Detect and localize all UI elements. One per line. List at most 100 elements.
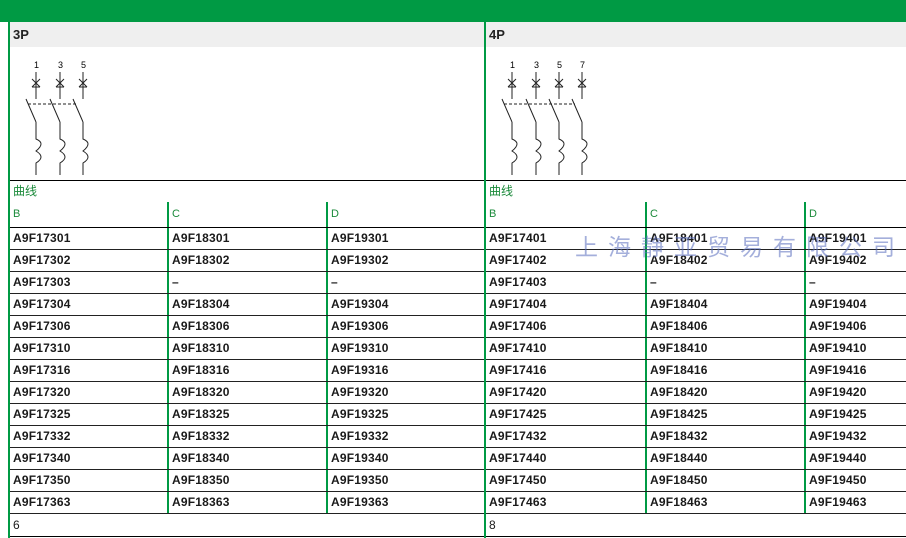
product-code-cell: A9F18406 — [645, 316, 804, 337]
column-header-b: B — [13, 208, 21, 220]
table-row: A9F17303 – – — [10, 272, 486, 294]
product-code-cell: A9F18306 — [167, 316, 326, 337]
column-header-d: D — [326, 202, 486, 227]
product-code-cell: A9F19450 — [804, 470, 906, 491]
product-code-cell: A9F18440 — [645, 448, 804, 469]
table-row: A9F17463 A9F18463 A9F19463 — [486, 492, 906, 514]
product-code-cell: A9F19440 — [804, 448, 906, 469]
pole-top-label: 7 — [580, 60, 585, 70]
product-code-cell: A9F18304 — [167, 294, 326, 315]
pole-top-label: 5 — [557, 60, 562, 70]
table-row: A9F17410 A9F18410 A9F19410 — [486, 338, 906, 360]
table-row: A9F17325 A9F18325 A9F19325 — [10, 404, 486, 426]
panel-title: 4P — [486, 22, 906, 47]
product-code-cell: A9F17363 — [13, 495, 71, 509]
product-code-cell: A9F17463 — [489, 495, 547, 509]
product-code-cell: A9F18410 — [645, 338, 804, 359]
pole-top-label: 3 — [534, 60, 539, 70]
pole-top-label: 1 — [34, 60, 39, 70]
product-code-cell: – — [167, 272, 326, 293]
product-code-cell: A9F17420 — [489, 385, 547, 399]
product-code-cell: A9F18425 — [645, 404, 804, 425]
product-code-cell: A9F19316 — [326, 360, 486, 381]
product-code-cell: A9F18363 — [167, 492, 326, 513]
curve-label: 曲线 — [489, 184, 514, 198]
column-headers: B C D — [486, 202, 906, 228]
table-row: A9F17316 A9F18316 A9F19316 — [10, 360, 486, 382]
product-code-cell: A9F17303 — [13, 275, 71, 289]
product-code-cell: A9F18420 — [645, 382, 804, 403]
product-code-cell: A9F18332 — [167, 426, 326, 447]
product-code-cell: A9F18450 — [645, 470, 804, 491]
product-code-cell: – — [645, 272, 804, 293]
product-code-cell: A9F18350 — [167, 470, 326, 491]
product-code-cell: A9F19432 — [804, 426, 906, 447]
product-code-cell: A9F19420 — [804, 382, 906, 403]
product-code-cell: A9F17416 — [489, 363, 547, 377]
product-code-cell: A9F17450 — [489, 473, 547, 487]
product-code-cell: A9F19304 — [326, 294, 486, 315]
column-headers: B C D — [10, 202, 486, 228]
pole-circuits — [501, 72, 588, 175]
top-bar — [0, 0, 906, 22]
product-code-cell: A9F19325 — [326, 404, 486, 425]
pole-top-label: 3 — [58, 60, 63, 70]
column-header-c: C — [645, 202, 804, 227]
table-body: A9F17301 A9F18301 A9F19301 A9F17302 A9F18302… — [10, 228, 486, 514]
product-code-cell: A9F17332 — [13, 429, 71, 443]
product-code-cell: A9F17410 — [489, 341, 547, 355]
footer-cell: 8 — [486, 514, 906, 537]
product-code-cell: A9F18301 — [167, 228, 326, 249]
product-code-cell: A9F17432 — [489, 429, 547, 443]
product-code-cell: A9F18310 — [167, 338, 326, 359]
product-code-cell: A9F17320 — [13, 385, 71, 399]
table-row: A9F17406 A9F18406 A9F19406 — [486, 316, 906, 338]
product-code-cell: A9F18340 — [167, 448, 326, 469]
product-code-cell: A9F17306 — [13, 319, 71, 333]
panel-4p: 4P 1 3 5 7 2 4 6 8 曲线 B C D A9F17401A9F1… — [484, 22, 906, 538]
product-code-cell: A9F18432 — [645, 426, 804, 447]
product-code-cell: A9F19340 — [326, 448, 486, 469]
product-code-cell: A9F19410 — [804, 338, 906, 359]
product-code-cell: A9F17316 — [13, 363, 71, 377]
table-row: A9F17340 A9F18340 A9F19340 — [10, 448, 486, 470]
table-row: A9F17301 A9F18301 A9F19301 — [10, 228, 486, 250]
product-code-cell: A9F17310 — [13, 341, 71, 355]
product-code-cell: A9F17325 — [13, 407, 71, 421]
product-code-cell: A9F19301 — [326, 228, 486, 249]
table-row: A9F17425 A9F18425 A9F19425 — [486, 404, 906, 426]
product-code-cell: A9F19302 — [326, 250, 486, 271]
column-header-d: D — [804, 202, 906, 227]
product-code-cell: A9F17350 — [13, 473, 71, 487]
product-code-cell: A9F17302 — [13, 253, 71, 267]
table-row: A9F17416 A9F18416 A9F19416 — [486, 360, 906, 382]
panel-3p: 3P 1 3 5 2 4 6 曲线 B C D A9F17301 A9F18301… — [8, 22, 486, 538]
table-row: A9F17320 A9F18320 A9F19320 — [10, 382, 486, 404]
table-row: A9F17350 A9F18350 A9F19350 — [10, 470, 486, 492]
product-code-cell: A9F17404 — [489, 297, 547, 311]
column-header-b: B — [489, 208, 497, 220]
product-code-cell: A9F17304 — [13, 297, 71, 311]
product-code-cell: A9F17340 — [13, 451, 71, 465]
table-row: A9F17432 A9F18432 A9F19432 — [486, 426, 906, 448]
table-body: A9F17401 A9F18401 A9F19401 A9F17402 A9F18402… — [486, 228, 906, 514]
product-code-cell: A9F19416 — [804, 360, 906, 381]
product-code-cell: A9F19425 — [804, 404, 906, 425]
wiring-diagram: 1 3 5 2 4 6 — [10, 47, 486, 181]
circuit-diagram-4p: 1 3 5 7 2 4 6 8 — [501, 60, 588, 175]
table-row: A9F17304 A9F18304 A9F19304 — [10, 294, 486, 316]
product-code-cell: A9F18320 — [167, 382, 326, 403]
curve-label: 曲线 — [13, 184, 38, 198]
table-row: A9F17302 A9F18302 A9F19302 — [10, 250, 486, 272]
product-code-cell: A9F19350 — [326, 470, 486, 491]
watermark-text: 上海静亚贸易有限公司 — [575, 235, 905, 261]
product-code-cell: A9F19404 — [804, 294, 906, 315]
pole-top-label: 1 — [510, 60, 515, 70]
table-row: A9F17420 A9F18420 A9F19420 — [486, 382, 906, 404]
product-code-cell: A9F19463 — [804, 492, 906, 513]
product-code-cell: A9F19363 — [326, 492, 486, 513]
pole-circuits — [25, 72, 89, 175]
table-row: A9F17310 A9F18310 A9F19310 — [10, 338, 486, 360]
product-code-cell: A9F19406 — [804, 316, 906, 337]
product-code-cell: A9F17406 — [489, 319, 547, 333]
